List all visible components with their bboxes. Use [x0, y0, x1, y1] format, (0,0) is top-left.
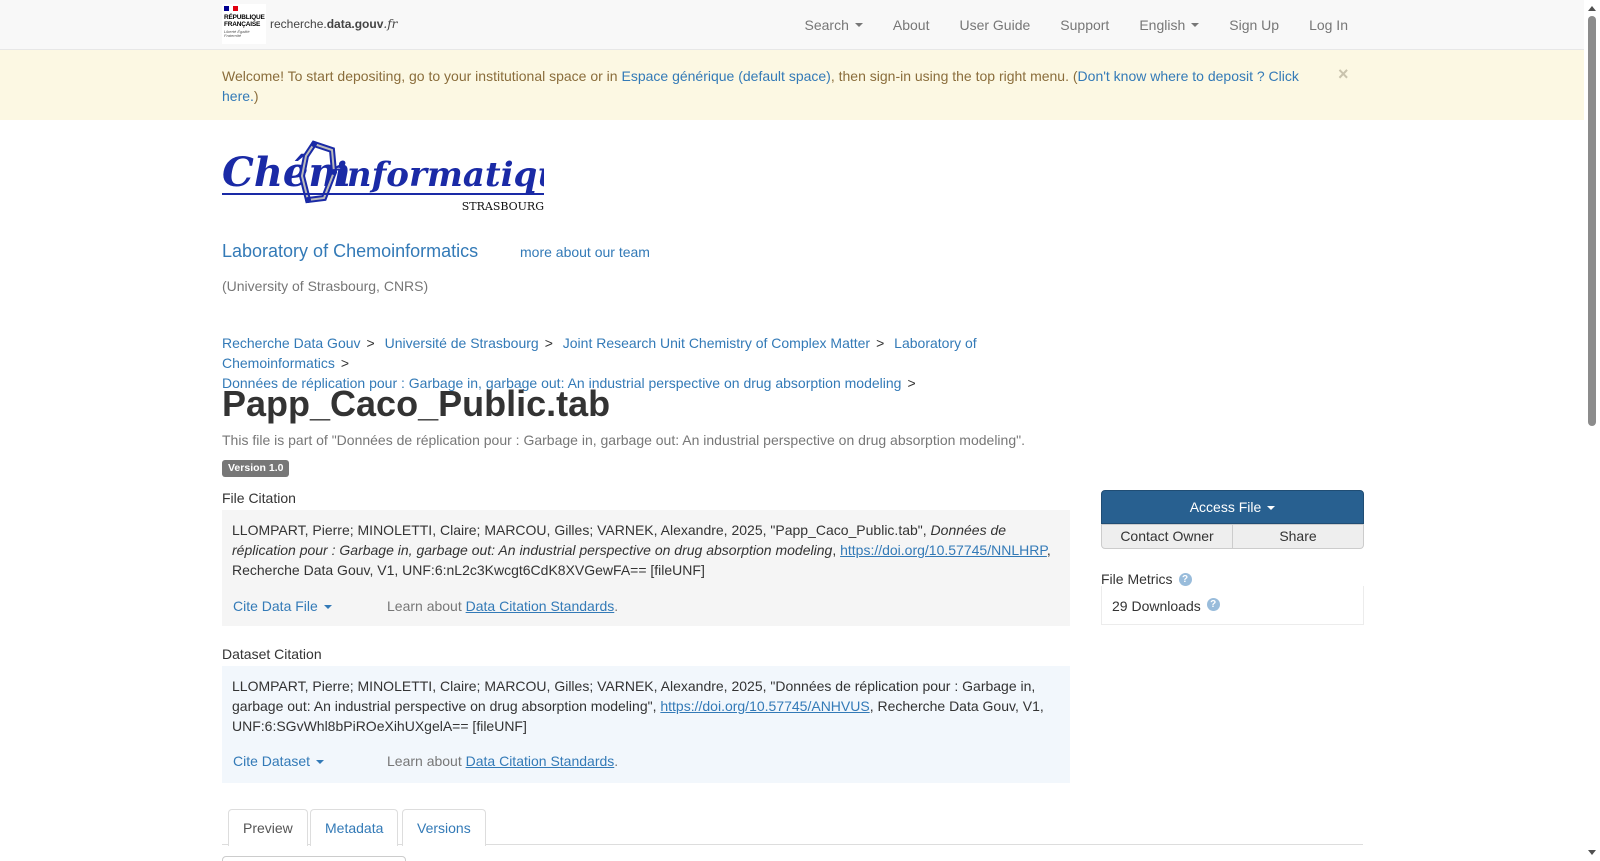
team-link[interactable]: more about our team: [520, 244, 650, 260]
downloads-count: 29 Downloads: [1112, 598, 1201, 614]
cite-data-file-dropdown[interactable]: Cite Data File: [233, 596, 387, 616]
version-badge: Version 1.0: [222, 460, 290, 477]
learn-citation-text: Learn about Data Citation Standards.: [387, 753, 619, 769]
file-actions-group: Contact Owner Share: [1101, 524, 1364, 549]
cite-dataset-dropdown[interactable]: Cite Dataset: [233, 751, 387, 771]
file-doi-link[interactable]: https://doi.org/10.57745/NNLHRP: [840, 542, 1047, 558]
nav-sign-up[interactable]: Sign Up: [1214, 0, 1294, 50]
nav-search[interactable]: Search: [790, 0, 878, 50]
tab-metadata[interactable]: Metadata: [310, 809, 399, 846]
top-navbar: RÉPUBLIQUE FRANÇAISE Liberté Égalité Frat…: [0, 0, 1584, 50]
nav-log-in[interactable]: Log In: [1294, 0, 1348, 50]
file-citation-label: File Citation: [222, 490, 296, 506]
learn-citation-text: Learn about Data Citation Standards.: [387, 598, 619, 614]
breadcrumb-item[interactable]: Recherche Data Gouv: [222, 335, 361, 351]
scroll-down-icon[interactable]: [1588, 850, 1596, 855]
file-citation-text: LLOMPART, Pierre; MINOLETTI, Claire; MAR…: [232, 522, 1051, 578]
welcome-alert: Welcome! To start depositing, go to your…: [0, 50, 1584, 120]
scrollbar-thumb[interactable]: [1588, 16, 1596, 426]
svg-text:STRASBOURG: STRASBOURG: [462, 200, 544, 213]
part-of-dataset: This file is part of "Données de réplica…: [222, 432, 1025, 448]
chemoinformatics-logo[interactable]: Chém informatique STRASBOURG: [222, 138, 584, 214]
page-title: Papp_Caco_Public.tab: [222, 383, 611, 424]
preview-toolbar: [222, 856, 406, 861]
help-icon[interactable]: ?: [1178, 572, 1192, 586]
alert-message: Welcome! To start depositing, go to your…: [222, 68, 1299, 104]
chevron-down-icon: [1191, 23, 1200, 27]
tab-versions[interactable]: Versions: [402, 809, 486, 846]
dataset-citation-label: Dataset Citation: [222, 646, 322, 662]
file-citation-box: LLOMPART, Pierre; MINOLETTI, Claire; MAR…: [222, 510, 1070, 626]
chevron-down-icon: [854, 23, 863, 27]
file-tabs: Preview Metadata Versions: [222, 809, 1363, 846]
citation-standards-link[interactable]: Data Citation Standards: [466, 598, 615, 614]
chevron-down-icon: [316, 760, 325, 765]
nav-about[interactable]: About: [878, 0, 945, 50]
nav-language[interactable]: English: [1124, 0, 1214, 50]
default-space-link[interactable]: Espace générique (default space): [621, 68, 830, 84]
tab-preview[interactable]: Preview: [228, 809, 308, 846]
site-brand[interactable]: RÉPUBLIQUE FRANÇAISE Liberté Égalité Frat…: [222, 4, 397, 44]
site-name: recherche.data.gouv.fr: [270, 17, 398, 31]
nav-support[interactable]: Support: [1045, 0, 1124, 50]
file-metrics-label: File Metrics?: [1101, 571, 1192, 587]
help-icon[interactable]: ?: [1206, 598, 1220, 611]
lab-name-link[interactable]: Laboratory of Chemoinformatics: [222, 241, 478, 262]
dataset-citation-box: LLOMPART, Pierre; MINOLETTI, Claire; MAR…: [222, 666, 1070, 783]
dataset-citation-text: LLOMPART, Pierre; MINOLETTI, Claire; MAR…: [232, 678, 1044, 734]
share-button[interactable]: Share: [1233, 524, 1364, 549]
breadcrumb-item[interactable]: Université de Strasbourg: [385, 335, 539, 351]
page-scrollbar[interactable]: [1584, 0, 1600, 861]
close-icon[interactable]: ×: [1338, 64, 1349, 85]
chevron-down-icon: [323, 605, 332, 610]
chevron-down-icon: [1267, 506, 1276, 511]
republique-francaise-logo: RÉPUBLIQUE FRANÇAISE Liberté Égalité Frat…: [222, 4, 266, 44]
access-file-button[interactable]: Access File: [1101, 490, 1364, 524]
svg-text:informatique: informatique: [334, 155, 544, 195]
affiliation: (University of Strasbourg, CNRS): [222, 278, 429, 294]
breadcrumb-item[interactable]: Joint Research Unit Chemistry of Complex…: [563, 335, 870, 351]
main-nav: Search About User Guide Support English …: [790, 0, 1348, 50]
file-metrics-box: 29 Downloads?: [1101, 586, 1364, 625]
dataset-doi-link[interactable]: https://doi.org/10.57745/ANHVUS: [660, 698, 869, 714]
citation-standards-link[interactable]: Data Citation Standards: [466, 753, 615, 769]
nav-user-guide[interactable]: User Guide: [944, 0, 1045, 50]
contact-owner-button[interactable]: Contact Owner: [1101, 524, 1233, 549]
scroll-up-icon[interactable]: [1588, 6, 1596, 11]
